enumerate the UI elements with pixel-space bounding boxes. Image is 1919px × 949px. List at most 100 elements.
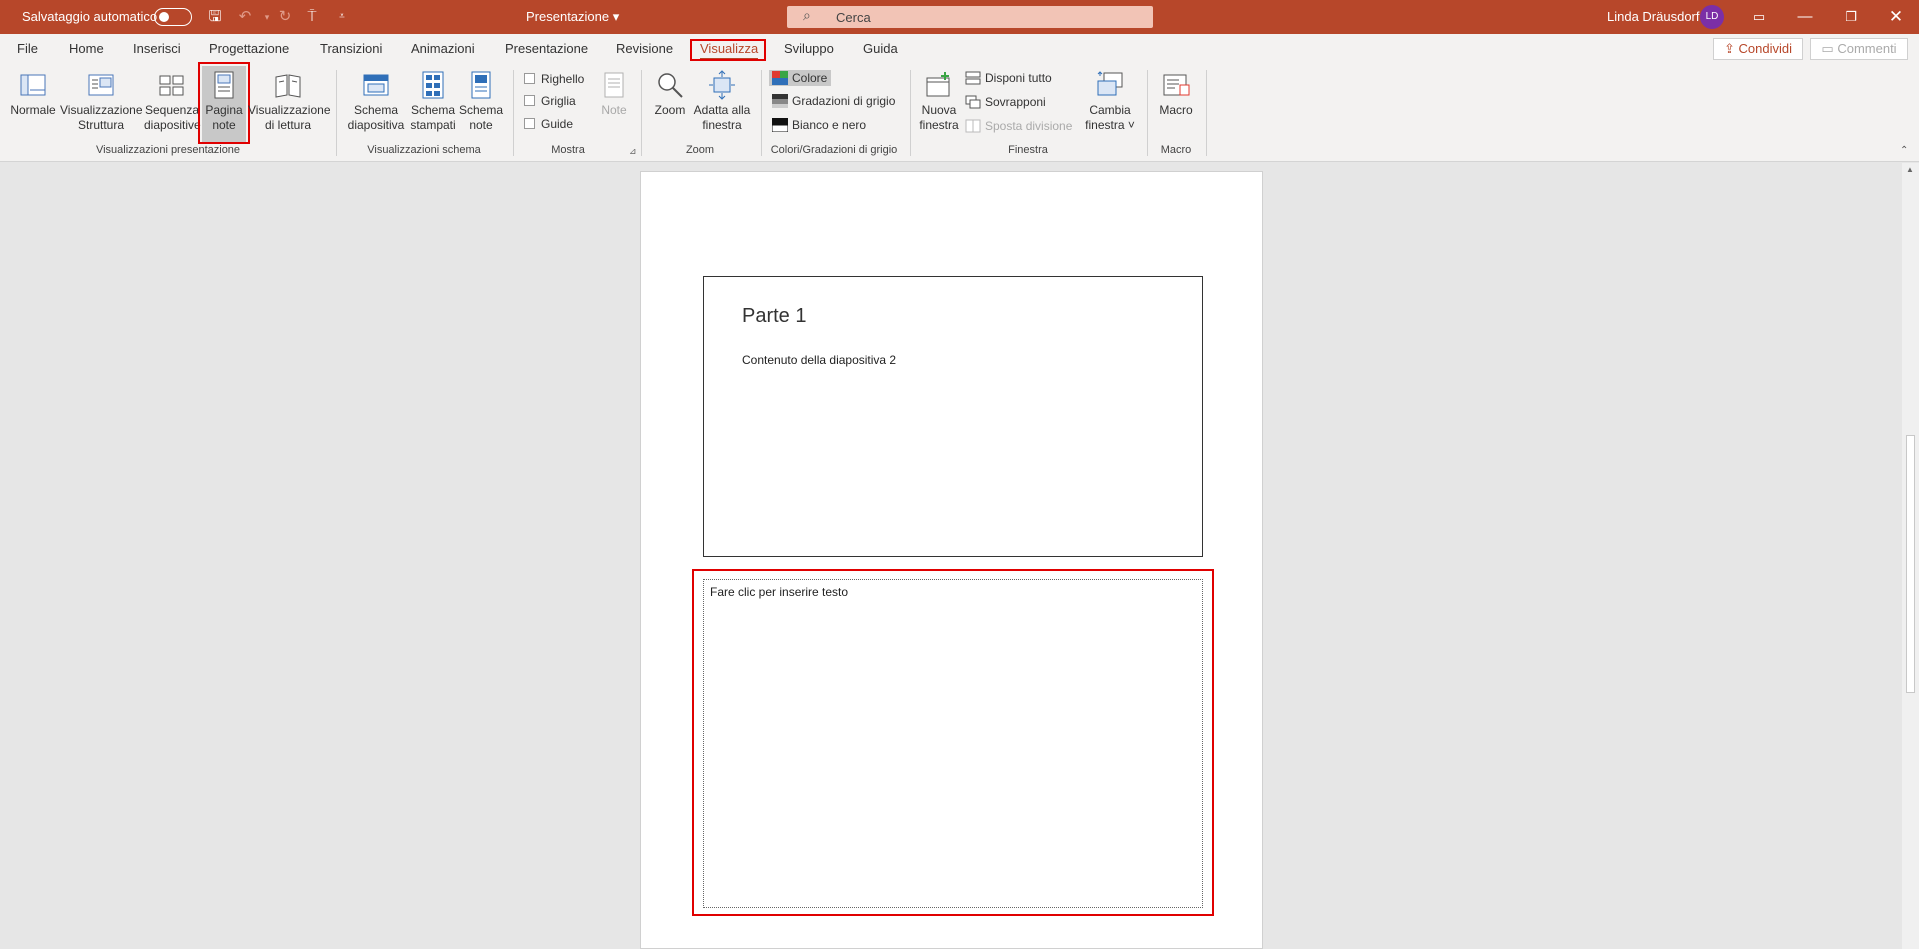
- black-white-icon: [772, 118, 788, 132]
- group-divider: [513, 70, 514, 156]
- tab-developer[interactable]: Sviluppo: [784, 41, 834, 56]
- save-icon[interactable]: 🖫: [205, 7, 225, 27]
- handout-master-icon: [422, 71, 444, 99]
- slide-sorter-icon: [159, 75, 184, 96]
- color-button[interactable]: Colore: [769, 70, 832, 86]
- user-name[interactable]: Linda Dräusdorf: [1607, 9, 1700, 24]
- vertical-scrollbar[interactable]: ▲: [1902, 163, 1919, 949]
- cascade-button[interactable]: Sovrapponi: [965, 95, 1046, 109]
- notes-master-button[interactable]: Schema note: [458, 70, 504, 133]
- slide-thumbnail[interactable]: Parte 1 Contenuto della diapositiva 2: [703, 276, 1203, 557]
- group-divider: [1147, 70, 1148, 156]
- slide-sorter-button[interactable]: Sequenza diapositive: [144, 70, 201, 133]
- reading-view-button[interactable]: Visualizzazione di lettura: [248, 70, 331, 133]
- search-icon: ⌕: [803, 7, 811, 23]
- share-icon: ⇪: [1723, 41, 1735, 56]
- new-window-button[interactable]: Nuova finestra: [916, 70, 962, 133]
- grid-checkbox[interactable]: Griglia: [524, 94, 576, 108]
- group-label-show: Mostra: [551, 144, 585, 156]
- notes-master-icon: [471, 71, 491, 99]
- ribbon-display-icon[interactable]: ▭: [1736, 0, 1782, 34]
- present-from-start-icon[interactable]: ⍑: [302, 7, 322, 27]
- undo-icon[interactable]: ↶: [235, 7, 255, 27]
- dialog-launcher-icon[interactable]: ⊿: [629, 146, 637, 157]
- tab-file[interactable]: File: [17, 41, 38, 56]
- restore-icon[interactable]: ❐: [1828, 0, 1874, 34]
- magnifier-icon: [658, 73, 683, 98]
- move-split-icon: [965, 119, 981, 133]
- tab-animations[interactable]: Animazioni: [411, 41, 475, 56]
- ruler-checkbox[interactable]: Righello: [524, 72, 584, 86]
- search-input[interactable]: Cerca: [836, 10, 871, 25]
- group-divider: [1206, 70, 1207, 156]
- tab-insert[interactable]: Inserisci: [133, 41, 181, 56]
- grayscale-button[interactable]: Gradazioni di grigio: [772, 94, 895, 108]
- group-label-color: Colori/Gradazioni di grigio: [770, 144, 898, 156]
- switch-window-button[interactable]: Cambia finestra ˅: [1080, 70, 1140, 133]
- reading-view-icon: [275, 74, 301, 98]
- fit-window-icon: [709, 70, 735, 100]
- tab-transitions[interactable]: Transizioni: [320, 41, 382, 56]
- new-window-icon: [926, 72, 950, 97]
- minimize-icon[interactable]: —: [1782, 0, 1828, 34]
- switch-window-icon: [1097, 71, 1123, 96]
- group-divider: [641, 70, 642, 156]
- notes-page: Parte 1 Contenuto della diapositiva 2 Fa…: [640, 171, 1263, 949]
- autosave-toggle[interactable]: [154, 8, 192, 26]
- collapse-ribbon-icon[interactable]: ⌃: [1900, 145, 1908, 156]
- tab-design[interactable]: Progettazione: [209, 41, 289, 56]
- scrollbar-thumb[interactable]: [1906, 435, 1915, 693]
- tab-review[interactable]: Revisione: [616, 41, 673, 56]
- slide-master-icon: [363, 74, 389, 96]
- avatar[interactable]: LD: [1700, 5, 1724, 29]
- share-button[interactable]: ⇪ Condividi: [1713, 38, 1803, 60]
- tab-slideshow[interactable]: Presentazione: [505, 41, 588, 56]
- normal-view-button[interactable]: Normale: [8, 70, 58, 118]
- notes-icon: [604, 72, 624, 98]
- search-box[interactable]: ⌕ Cerca: [787, 6, 1153, 28]
- cascade-icon: [965, 95, 981, 109]
- fit-to-window-button[interactable]: Adatta alla finestra: [690, 70, 754, 133]
- group-divider: [910, 70, 911, 156]
- group-divider: [336, 70, 337, 156]
- tab-home[interactable]: Home: [69, 41, 104, 56]
- move-split-button[interactable]: Sposta divisione: [965, 119, 1072, 133]
- comment-icon: ▭: [1821, 41, 1834, 56]
- black-white-button[interactable]: Bianco e nero: [772, 118, 866, 132]
- notes-page-highlight: [198, 62, 250, 144]
- close-icon[interactable]: ✕: [1873, 0, 1919, 34]
- comments-button[interactable]: ▭ Commenti: [1810, 38, 1908, 60]
- notes-area-highlight: Fare clic per inserire testo: [692, 569, 1214, 916]
- customize-toolbar-icon[interactable]: ⩡: [332, 7, 352, 27]
- arrange-all-button[interactable]: Disponi tutto: [965, 71, 1052, 85]
- macro-button[interactable]: Macro: [1154, 70, 1198, 118]
- undo-dropdown-icon[interactable]: ▾: [257, 7, 277, 27]
- notes-placeholder-box[interactable]: Fare clic per inserire testo: [703, 579, 1203, 908]
- grayscale-icon: [772, 94, 788, 108]
- outline-view-button[interactable]: Visualizzazione Struttura: [60, 70, 143, 133]
- document-title[interactable]: Presentazione ▾: [526, 9, 619, 25]
- slide-master-button[interactable]: Schema diapositiva: [344, 70, 408, 133]
- ribbon-tabs: File Home Inserisci Progettazione Transi…: [0, 34, 1919, 64]
- normal-view-icon: [20, 74, 46, 96]
- tab-help[interactable]: Guida: [863, 41, 898, 56]
- group-label-macro: Macro: [1160, 144, 1192, 156]
- redo-icon[interactable]: ↻: [275, 7, 295, 27]
- title-bar: Salvataggio automatico 🖫 ↶ ▾ ↻ ⍑ ⩡ Prese…: [0, 0, 1919, 34]
- zoom-button[interactable]: Zoom: [650, 70, 690, 118]
- notes-page-workspace: Parte 1 Contenuto della diapositiva 2 Fa…: [0, 163, 1902, 949]
- notes-toggle-button[interactable]: Note: [596, 70, 632, 118]
- scroll-up-icon[interactable]: ▲: [1906, 165, 1914, 174]
- autosave-label: Salvataggio automatico: [22, 9, 158, 24]
- color-icon: [772, 71, 788, 85]
- group-label-zoom: Zoom: [685, 144, 715, 156]
- macro-icon: [1163, 74, 1190, 96]
- handout-master-button[interactable]: Schema stampati: [408, 70, 458, 133]
- slide-title: Parte 1: [742, 305, 807, 327]
- slide-content: Contenuto della diapositiva 2: [742, 353, 897, 367]
- group-label-master-views: Visualizzazioni schema: [367, 144, 481, 156]
- guides-checkbox[interactable]: Guide: [524, 117, 573, 131]
- arrange-all-icon: [965, 71, 981, 85]
- group-label-presentation-views: Visualizzazioni presentazione: [95, 144, 241, 156]
- view-tab-highlight: [690, 39, 766, 61]
